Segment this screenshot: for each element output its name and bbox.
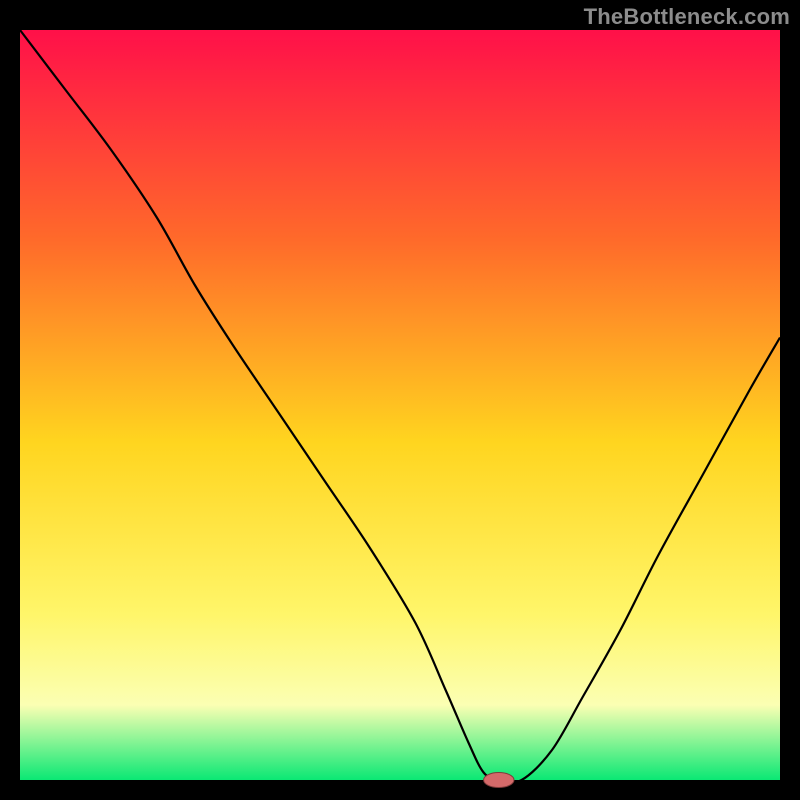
- chart-container: { "attribution": "TheBottleneck.com", "c…: [0, 0, 800, 800]
- plot-background: [20, 30, 780, 780]
- optimum-marker: [484, 773, 514, 788]
- bottleneck-chart: [0, 0, 800, 800]
- attribution-text: TheBottleneck.com: [584, 4, 790, 30]
